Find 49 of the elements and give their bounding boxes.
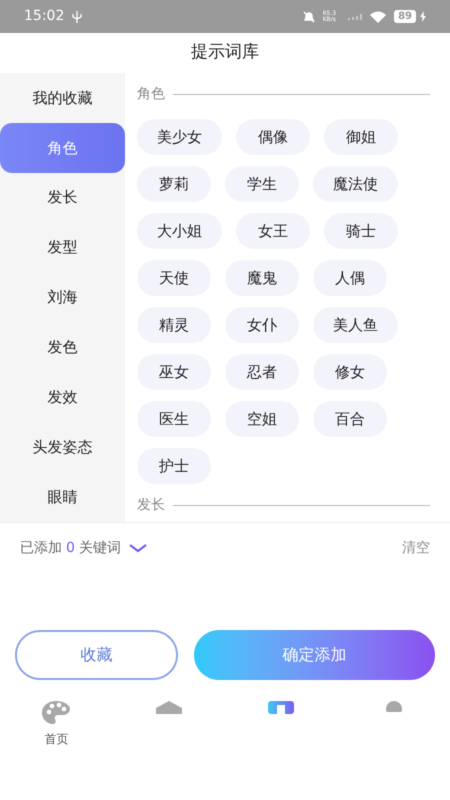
keyword-chip[interactable]: 美人鱼 (313, 307, 398, 343)
category-item[interactable]: 发色 (0, 322, 125, 372)
bell-off-icon (302, 10, 315, 22)
nav-label[interactable]: 首页 (44, 730, 68, 748)
keyword-chip[interactable]: 魔法使 (313, 166, 398, 202)
keyword-chip[interactable]: 骑士 (324, 213, 398, 249)
keyword-chip[interactable]: 修女 (313, 354, 387, 390)
category-item[interactable]: 发长 (0, 172, 125, 223)
page-title: 提示词库 (191, 41, 259, 64)
usb-icon (72, 10, 82, 22)
clock: 15:02 (24, 7, 64, 26)
charging-icon (420, 11, 426, 22)
keyword-chip[interactable]: 医生 (137, 401, 211, 437)
keyword-chip[interactable]: 偶像 (236, 119, 310, 155)
keyword-chip[interactable]: 女仆 (225, 307, 299, 343)
keyword-label: 关键词 (78, 538, 121, 558)
category-item[interactable]: 刘海 (0, 272, 125, 322)
keyword-chip[interactable]: 护士 (137, 448, 211, 484)
added-label: 已添加 (20, 538, 62, 558)
keyword-chip[interactable]: 巫女 (137, 354, 211, 390)
category-item[interactable]: 角色 (0, 122, 125, 173)
keyword-chip[interactable]: 空姐 (225, 401, 299, 437)
keyword-chip[interactable]: 精灵 (137, 307, 211, 343)
category-item[interactable]: 我的收藏 (0, 73, 125, 123)
keyword-chip[interactable]: 萝莉 (137, 166, 211, 202)
category-item[interactable]: 眼睛 (0, 472, 125, 522)
category-item[interactable]: 发效 (0, 372, 125, 422)
keyword-chip[interactable]: 百合 (313, 401, 387, 437)
category-item[interactable]: 发型 (0, 222, 125, 273)
battery-level: 89 (394, 10, 416, 23)
keyword-chip[interactable]: 女王 (236, 213, 310, 249)
keyword-chip[interactable]: 大小姐 (137, 213, 222, 249)
favorite-button[interactable]: 收藏 (15, 630, 178, 680)
chevron-down-icon[interactable] (128, 544, 147, 552)
keyword-chip[interactable]: 美少女 (137, 119, 222, 155)
category-item[interactable]: 头发姿态 (0, 422, 125, 472)
keyword-chip[interactable]: 魔鬼 (225, 260, 299, 296)
section-heading: 角色 (137, 84, 165, 104)
palette-icon (41, 700, 72, 726)
signal-icon (348, 14, 362, 20)
keyword-chip[interactable]: 天使 (137, 260, 211, 296)
keyword-chip[interactable]: 学生 (225, 166, 299, 202)
keyword-chip[interactable]: 御姐 (324, 119, 398, 155)
keyword-chip[interactable]: 人偶 (313, 260, 387, 296)
section-heading: 发长 (137, 496, 165, 514)
added-count: 0 (66, 538, 75, 558)
keyword-chip[interactable]: 忍者 (225, 354, 299, 390)
clear-button[interactable]: 清空 (402, 538, 430, 558)
wifi-icon (370, 10, 386, 22)
